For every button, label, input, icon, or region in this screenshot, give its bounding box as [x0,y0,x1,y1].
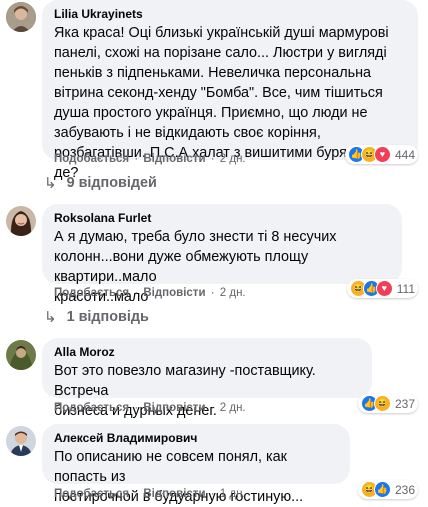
comment-line: пеньків з підпеньками. Невеличка персона… [54,65,372,81]
separator-dot: · [210,402,215,414]
comment-line: Вот это повезло магазину -поставщику. Вс… [54,363,316,399]
reaction-count: 237 [394,396,415,411]
replies-label: 1 відповідь [66,309,149,325]
comment-author[interactable]: Алексей Владимирович [54,430,338,446]
comment-bubble: Lilia Ukrayinets Яка краса! Оці близькі … [42,0,418,181]
like-button[interactable]: Подобається [54,153,129,165]
separator-dot: · [210,153,215,165]
separator-dot: · [134,402,139,414]
comment-line: вітрина секонд-хенду "Бомба". Все, чим т… [54,85,383,101]
reaction-count: 444 [394,147,415,162]
comment-timestamp[interactable]: 1 дн. [220,488,246,500]
haha-reaction-icon: 😆 [373,395,391,412]
comment-line: А я думаю, треба було знести ті 8 несучи… [54,229,337,245]
reply-button[interactable]: Відповісти [143,488,205,500]
love-reaction-icon: ♥ [373,146,391,163]
comment-bubble: Roksolana Furlet А я думаю, треба було з… [42,204,402,305]
avatar[interactable] [6,340,36,370]
reply-button[interactable]: Відповісти [143,402,205,414]
reaction-count: 236 [394,482,415,497]
reaction-summary[interactable]: 👍 😆 ♥ 444 [344,145,418,164]
separator-dot: · [134,488,139,500]
comment-line: Яка краса! Оці близькі українській душі … [54,25,389,41]
view-replies-button[interactable]: ↳ 9 відповідей [44,174,157,192]
comment-line: колонн...вони дуже обмежують площу кварт… [54,249,309,285]
comment-actions: Подобається · Відповісти · 1 дн. [54,488,246,500]
avatar[interactable] [6,426,36,456]
reply-arrow-icon: ↳ [44,309,57,326]
user-photo-icon [6,340,36,370]
comment-bubble: Алексей Владимирович По описанию не совс… [42,424,350,505]
separator-dot: · [210,488,215,500]
comment-line: забувають і не відкидають своє коріння, [54,125,321,141]
replies-label: 9 відповідей [66,175,157,191]
separator-dot: · [134,287,139,299]
love-reaction-icon: ♥ [375,280,393,297]
reply-arrow-icon: ↳ [44,175,57,192]
reaction-count: 111 [396,281,415,296]
like-button[interactable]: Подобається [54,287,129,299]
like-reaction-icon: 👍 [373,481,391,498]
comment-actions: Подобається · Відповісти · 2 дн. [54,402,246,414]
comment-timestamp[interactable]: 2 дн. [220,287,246,299]
avatar[interactable] [6,206,36,236]
comment-timestamp[interactable]: 2 дн. [220,402,246,414]
reaction-summary[interactable]: 😆 👍 ♥ 111 [346,279,418,298]
comment-author[interactable]: Lilia Ukrayinets [54,6,406,22]
like-button[interactable]: Подобається [54,488,129,500]
separator-dot: · [210,287,215,299]
user-photo-icon [6,206,36,236]
comment-timestamp[interactable]: 2 дн. [220,153,246,165]
user-photo-icon [6,2,36,32]
avatar[interactable] [6,2,36,32]
view-replies-button[interactable]: ↳ 1 відповідь [44,308,149,326]
reaction-summary[interactable]: 😆 👍 236 [357,480,418,499]
comment-actions: Подобається · Відповісти · 2 дн. [54,153,246,165]
user-photo-icon [6,426,36,456]
separator-dot: · [134,153,139,165]
comment-line: панелі, схожі на порізане сало... Люстри… [54,45,387,61]
comment-line: По описанию не совсем понял, как попасть… [54,449,287,485]
reaction-summary[interactable]: 👍 😆 237 [357,394,418,413]
comment-line: душа простого українця. Приємно, що люди… [54,105,368,121]
reply-button[interactable]: Відповісти [143,153,205,165]
comment-bubble: Alla Moroz Вот это повезло магазину -пос… [42,338,372,419]
comment-actions: Подобається · Відповісти · 2 дн. [54,287,246,299]
comment-author[interactable]: Roksolana Furlet [54,210,390,226]
comment-author[interactable]: Alla Moroz [54,344,360,360]
reply-button[interactable]: Відповісти [143,287,205,299]
like-button[interactable]: Подобається [54,402,129,414]
